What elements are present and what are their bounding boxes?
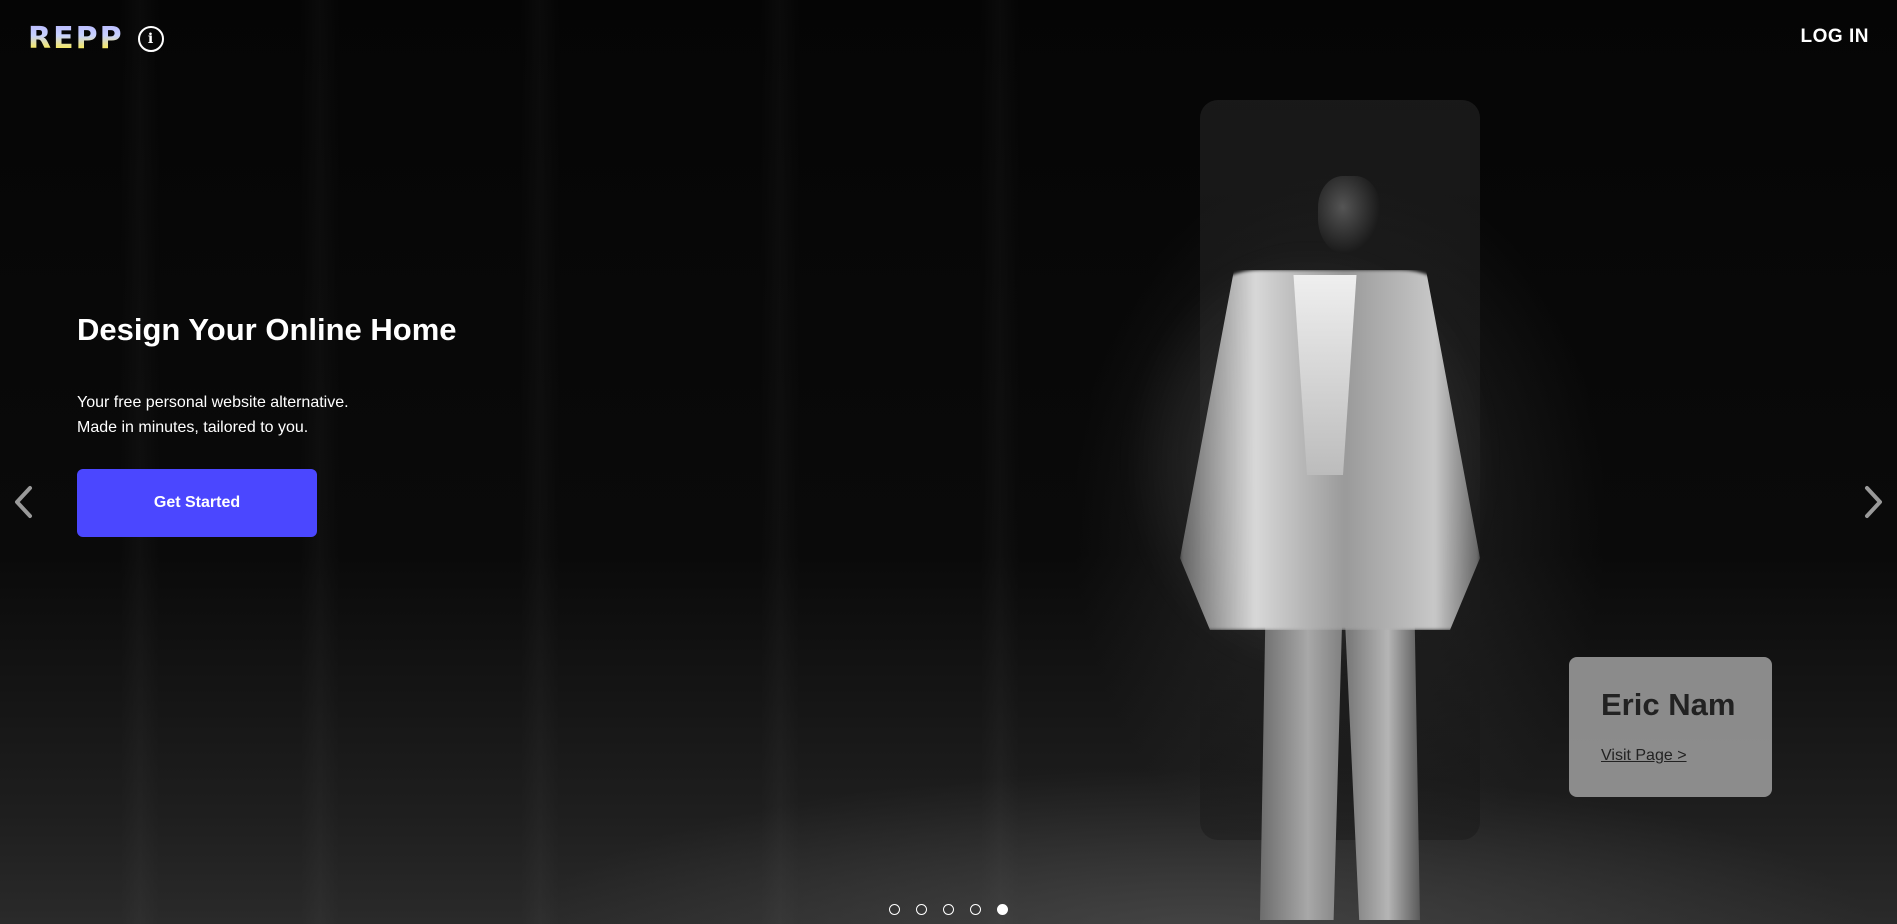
chevron-right-icon xyxy=(1865,486,1882,518)
carousel-pagination xyxy=(889,904,1008,915)
logo-text: REPP xyxy=(28,21,124,56)
carousel-dot[interactable] xyxy=(970,904,981,915)
chevron-left-icon xyxy=(15,486,32,518)
carousel-dot[interactable] xyxy=(943,904,954,915)
carousel-dot[interactable] xyxy=(916,904,927,915)
featured-profile-card: Eric Nam Visit Page > xyxy=(1569,657,1772,797)
logo[interactable]: REPP i xyxy=(28,22,164,56)
login-button[interactable]: LOG IN xyxy=(1801,26,1869,48)
get-started-button[interactable]: Get Started xyxy=(77,469,317,537)
hero-subtitle-line: Your free personal website alternative. xyxy=(77,394,349,411)
info-circle-icon[interactable]: i xyxy=(137,26,164,52)
carousel-dot[interactable] xyxy=(889,904,900,915)
visit-page-link[interactable]: Visit Page > xyxy=(1601,747,1687,765)
head xyxy=(1318,176,1380,254)
profile-name: Eric Nam xyxy=(1601,687,1736,722)
hero-title: Design Your Online Home xyxy=(77,312,457,347)
hero-subtitle: Your free personal website alternative. … xyxy=(77,390,349,440)
carousel-dot-active[interactable] xyxy=(997,904,1008,915)
hero-subtitle-line: Made in minutes, tailored to you. xyxy=(77,419,309,436)
carousel-prev-button[interactable] xyxy=(10,482,36,522)
carousel-next-button[interactable] xyxy=(1861,482,1887,522)
person-photo xyxy=(1120,170,1510,924)
